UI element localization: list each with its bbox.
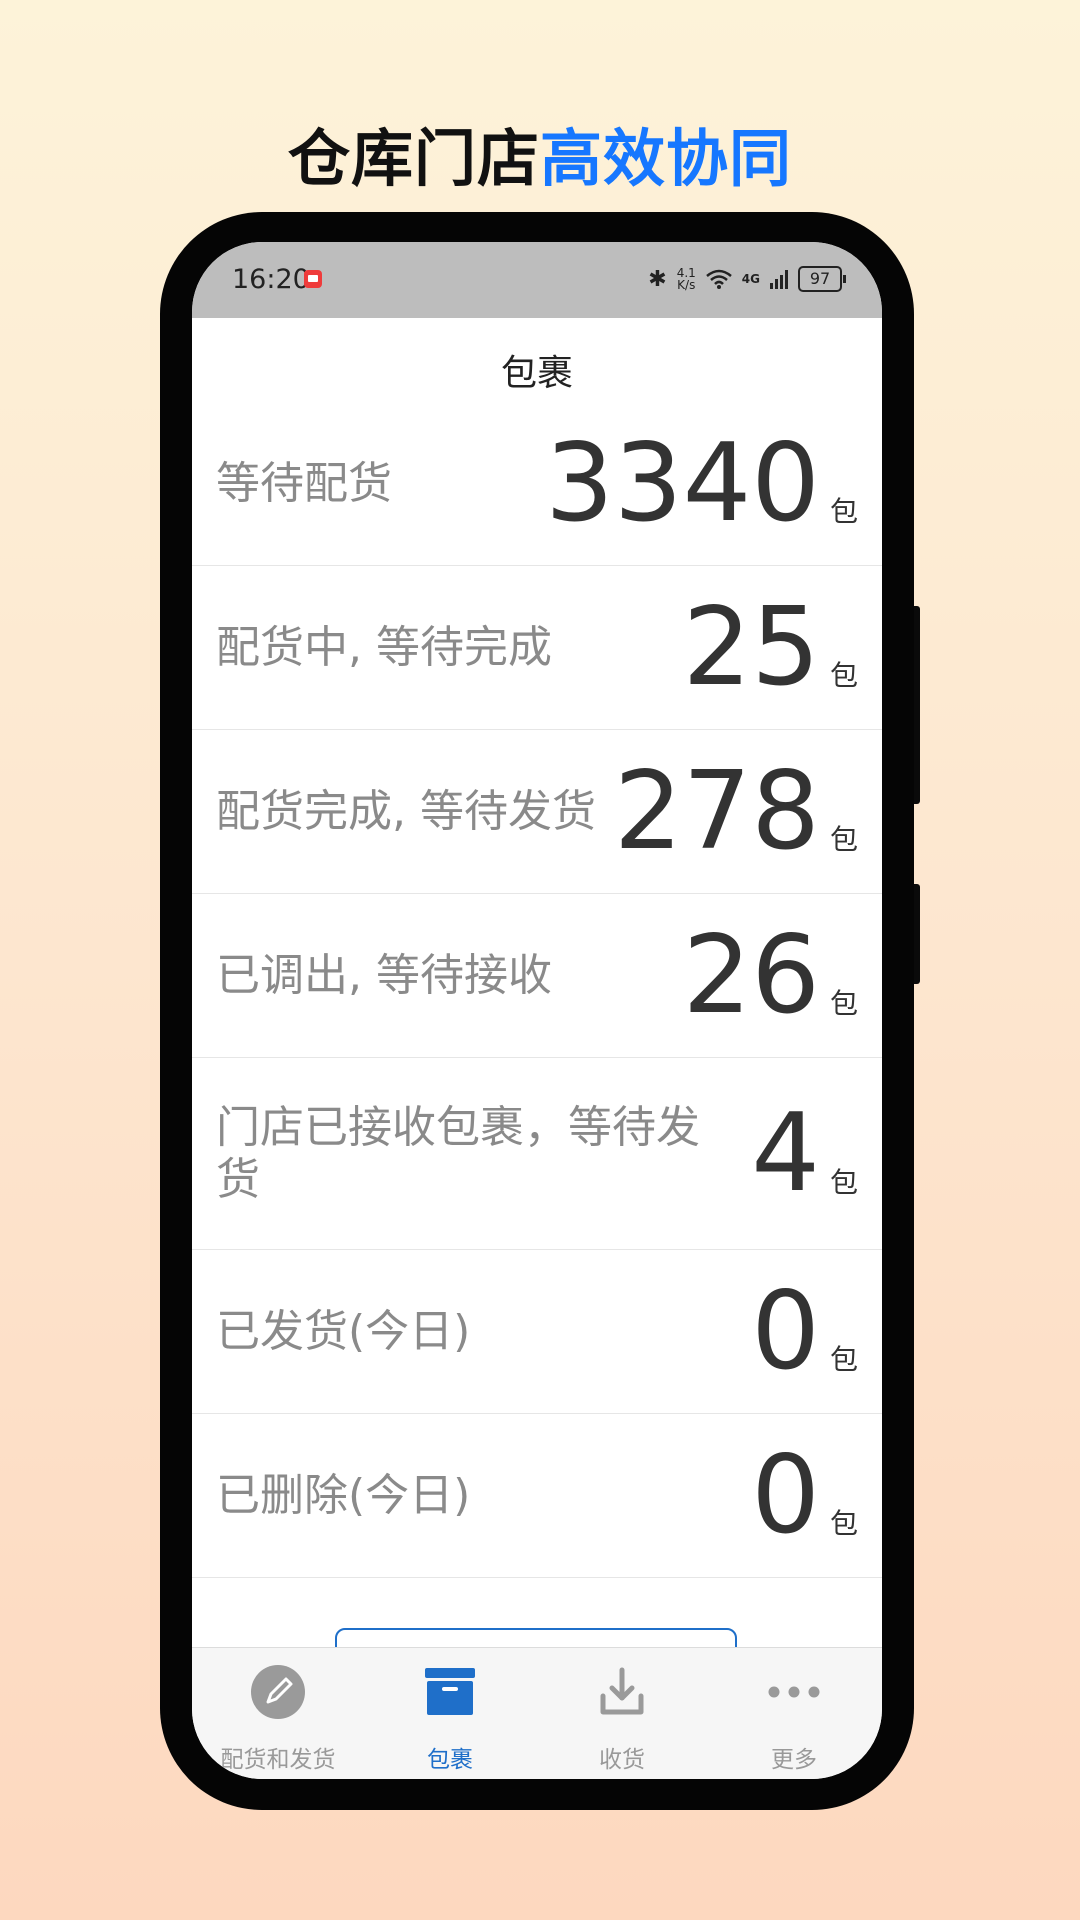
receive-download-icon [600, 1667, 644, 1715]
phone-screen: 16:20 ✱ 4.1 K/s 4G 97 包裹 等待配货 3340 包 配货中… [192, 242, 882, 1779]
status-row-deleted-today[interactable]: 已删除(今日) 0 包 [192, 1414, 882, 1578]
headline-part1: 仓库门店 [287, 122, 540, 195]
tab-label: 收货 [599, 1747, 645, 1773]
tab-packages[interactable]: 包裹 [364, 1648, 536, 1779]
network-type: 4G [741, 272, 760, 286]
row-count: 278 [613, 748, 820, 874]
row-label: 已删除(今日) [216, 1469, 471, 1521]
status-row-shipped-today[interactable]: 已发货(今日) 0 包 [192, 1250, 882, 1414]
row-count: 0 [751, 1268, 820, 1394]
row-unit: 包 [829, 1343, 858, 1377]
wifi-icon [705, 269, 732, 289]
page-title: 包裹 [500, 353, 573, 394]
row-unit: 包 [829, 823, 858, 857]
tab-allocate-ship[interactable]: 配货和发货 [192, 1648, 364, 1779]
tab-label: 配货和发货 [220, 1747, 336, 1773]
row-unit: 包 [829, 987, 858, 1021]
package-box-icon [425, 1668, 475, 1715]
row-count: 3340 [545, 420, 820, 546]
row-label: 已发货(今日) [216, 1305, 471, 1357]
row-unit: 包 [829, 1166, 858, 1200]
tab-more[interactable]: 更多 [708, 1648, 880, 1779]
tab-receive[interactable]: 收货 [536, 1648, 708, 1779]
headline-part2: 高效协同 [540, 122, 793, 195]
package-status-list: 等待配货 3340 包 配货中, 等待完成 25 包 配货完成, 等待发货 27… [192, 402, 882, 1578]
status-row-store-received[interactable]: 门店已接收包裹，等待发货 4 包 [192, 1058, 882, 1250]
row-unit: 包 [829, 495, 858, 529]
row-count: 26 [682, 912, 820, 1038]
phone-frame: 16:20 ✱ 4.1 K/s 4G 97 包裹 等待配货 3340 包 配货中… [160, 212, 914, 1810]
more-dots-icon [768, 1686, 820, 1698]
status-bar: 16:20 ✱ 4.1 K/s 4G 97 [192, 242, 882, 318]
row-count: 0 [751, 1432, 820, 1558]
battery-icon: 97 [798, 266, 846, 292]
row-count: 4 [751, 1090, 820, 1216]
network-speed: 4.1 K/s [677, 267, 696, 291]
speed-unit: K/s [677, 278, 696, 292]
bluetooth-icon: ✱ [648, 266, 667, 292]
status-row-awaiting-allocation[interactable]: 等待配货 3340 包 [192, 402, 882, 566]
row-label: 门店已接收包裹，等待发货 [216, 1101, 700, 1205]
row-label: 配货中, 等待完成 [216, 621, 552, 673]
status-time: 16:20 [232, 264, 310, 295]
row-label: 已调出, 等待接收 [216, 949, 552, 1001]
row-count: 25 [682, 584, 820, 710]
status-row-awaiting-shipment[interactable]: 配货完成, 等待发货 278 包 [192, 730, 882, 894]
row-unit: 包 [829, 1507, 858, 1541]
tab-label: 更多 [771, 1747, 817, 1773]
status-row-allocating[interactable]: 配货中, 等待完成 25 包 [192, 566, 882, 730]
status-row-transferred-out[interactable]: 已调出, 等待接收 26 包 [192, 894, 882, 1058]
tab-label: 包裹 [427, 1747, 473, 1773]
bottom-tab-bar: 配货和发货 包裹 收货 更多 [192, 1647, 882, 1779]
notification-icon [304, 270, 322, 288]
status-icons: ✱ 4.1 K/s 4G 97 [648, 266, 846, 292]
pencil-circle-icon [251, 1665, 305, 1719]
row-unit: 包 [829, 659, 858, 693]
promo-headline: 仓库门店高效协同 [0, 108, 1080, 198]
signal-icon [770, 269, 788, 289]
